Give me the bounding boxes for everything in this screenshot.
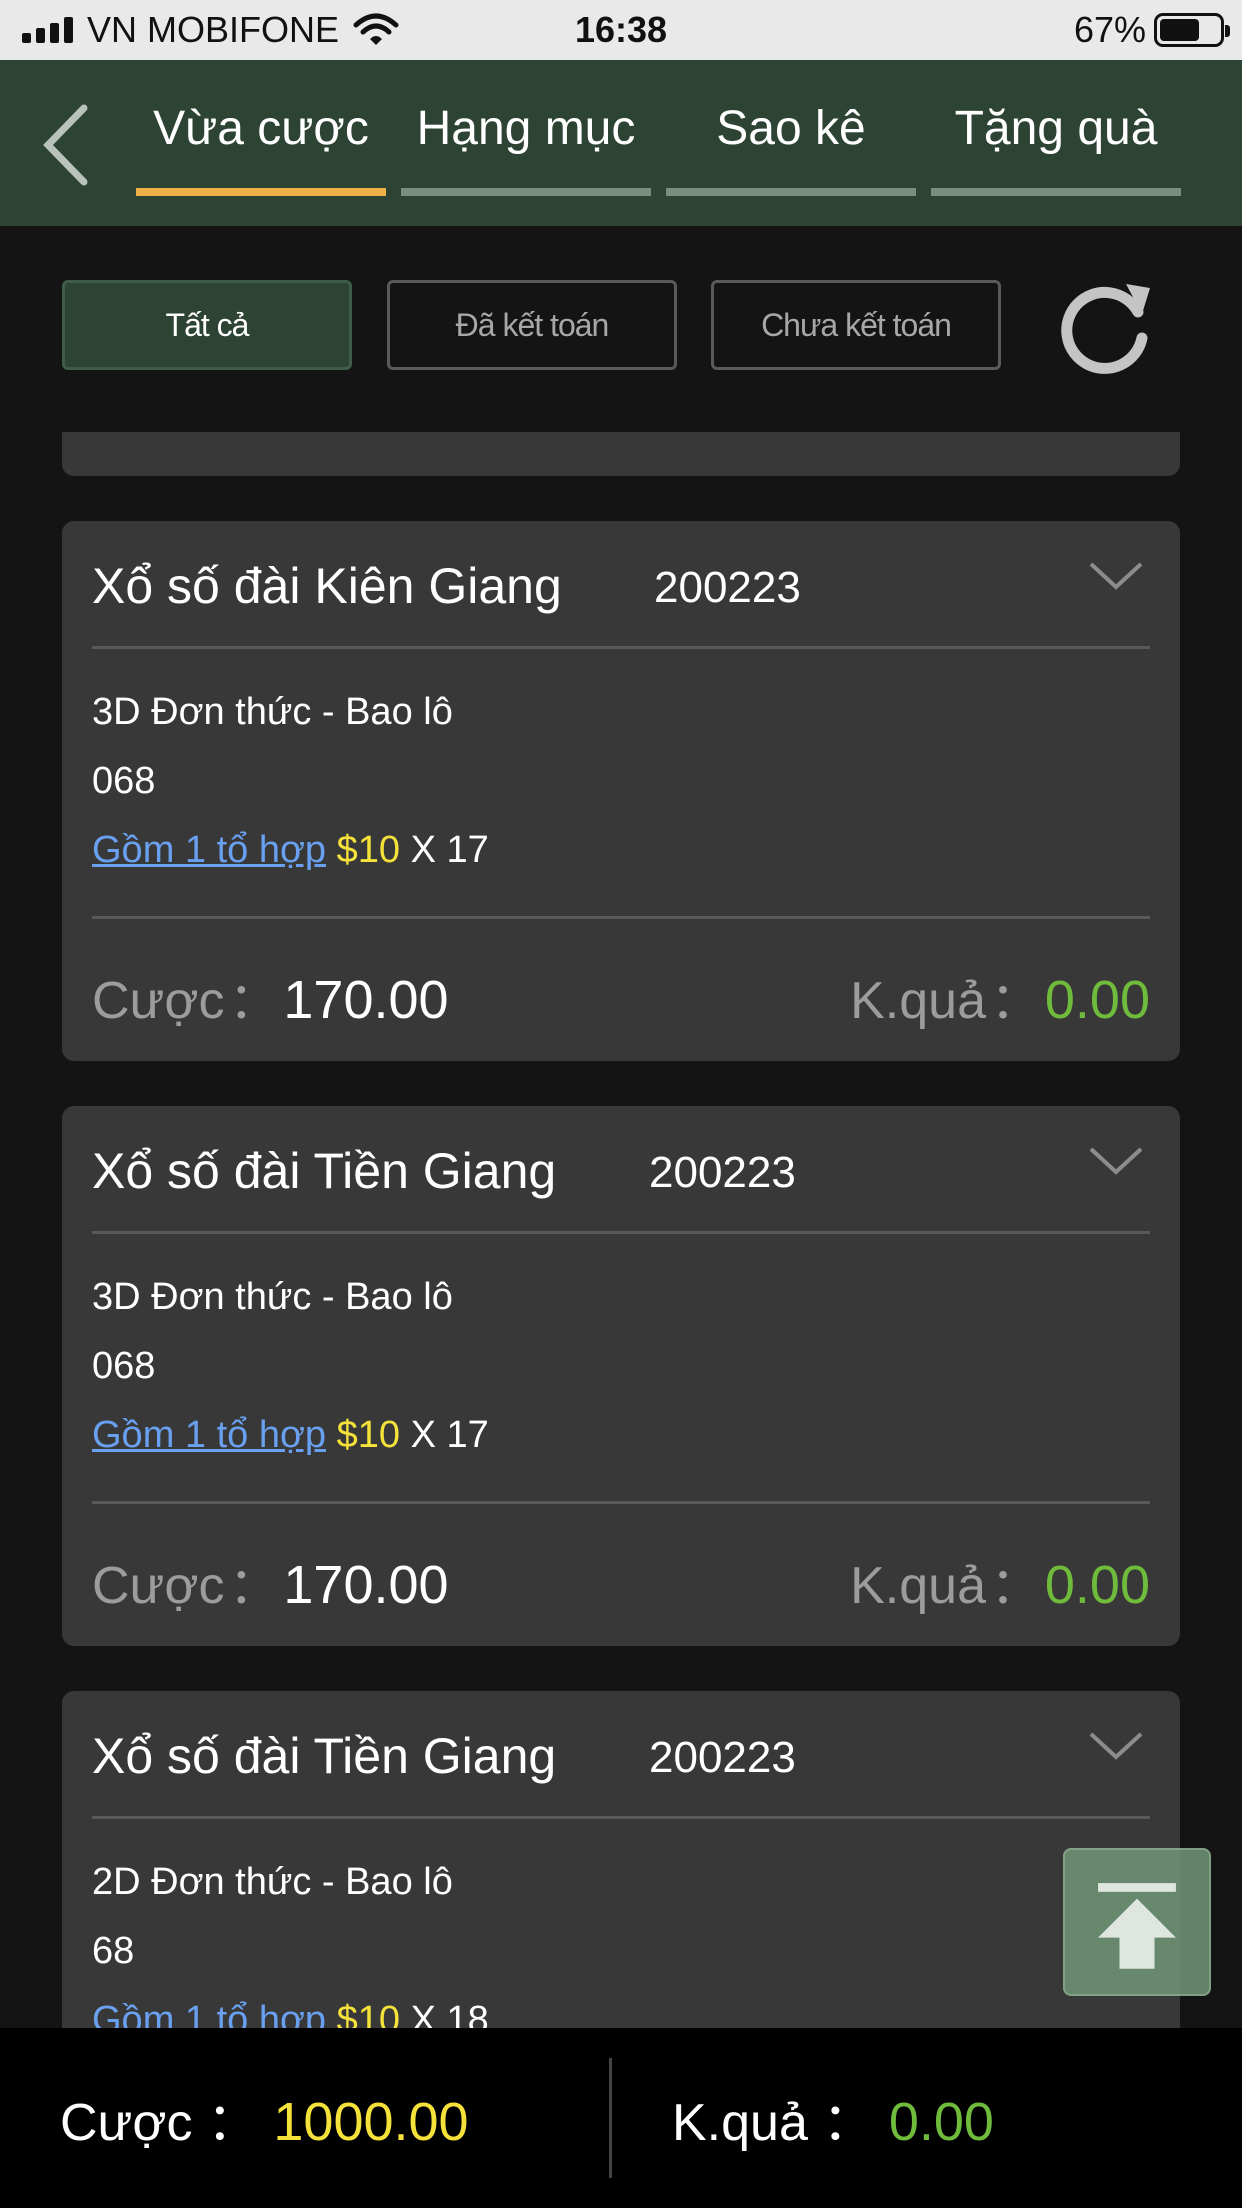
tab-tang-qua[interactable]: Tặng quà [931, 100, 1181, 196]
bet-number: 068 [92, 1345, 156, 1387]
filter-label: Chưa kết toán [761, 306, 952, 343]
multiplier: X 17 [410, 829, 489, 871]
bet-value: 170.00 [283, 970, 449, 1030]
card-divider [92, 1501, 1150, 1504]
multiplier: X 17 [410, 1414, 489, 1456]
tab-underline [666, 188, 916, 196]
chevron-down-icon[interactable] [1088, 1144, 1144, 1178]
result-value: 0.00 [1044, 1555, 1150, 1615]
refresh-icon[interactable] [1056, 278, 1156, 378]
card-result: K.quả ： 0.00 [850, 970, 1150, 1030]
combo-link[interactable]: Gồm 1 tổ hợp [92, 829, 326, 871]
bet-card[interactable]: Xổ số đài Kiên Giang 200223 3D Đơn thức … [62, 521, 1180, 1061]
filter-all-button[interactable]: Tất cả [62, 280, 352, 370]
card-period: 200223 [654, 563, 801, 612]
summary-result-value: 0.00 [888, 2092, 994, 2152]
result-label: K.quả [850, 972, 986, 1030]
card-title: Xổ số đài Tiền Giang [92, 1143, 557, 1199]
combo-link[interactable]: Gồm 1 tổ hợp [92, 1999, 326, 2028]
multiplier: X 18 [410, 1999, 489, 2028]
filter-unsettled-button[interactable]: Chưa kết toán [711, 280, 1001, 370]
tab-label: Hạng mục [416, 102, 636, 155]
tab-sao-ke[interactable]: Sao kê [666, 100, 916, 196]
filter-label: Tất cả [165, 306, 250, 343]
tab-label: Vừa cược [153, 102, 369, 155]
unit-price: $10 [336, 1999, 400, 2028]
battery-percent: 67% [1073, 9, 1146, 50]
card-header: Xổ số đài Kiên Giang 200223 [92, 521, 1150, 649]
chevron-left-icon[interactable] [36, 100, 100, 190]
card-header: Xổ số đài Tiền Giang 200223 [92, 1691, 1150, 1819]
bet-type: 3D Đơn thức - Bao lô [92, 1276, 453, 1318]
bet-label: Cược [92, 972, 225, 1030]
bet-type: 3D Đơn thức - Bao lô [92, 691, 453, 733]
card-header: Xổ số đài Tiền Giang 200223 [92, 1106, 1150, 1234]
bet-number: 068 [92, 760, 156, 802]
card-bet: Cược ： 170.00 [92, 1555, 449, 1615]
result-value: 0.00 [1044, 970, 1150, 1030]
summary-bar: Cược ： 1000.00 K.quả ： 0.00 [0, 2028, 1242, 2208]
tab-hang-muc[interactable]: Hạng mục [401, 100, 651, 196]
card-result: K.quả ： 0.00 [850, 1555, 1150, 1615]
bet-type: 2D Đơn thức - Bao lô [92, 1861, 453, 1903]
combo-line: Gồm 1 tổ hợp $10 X 17 [92, 1414, 489, 1457]
battery-group: 67% [1073, 9, 1230, 50]
scroll-top-button[interactable] [1063, 1848, 1211, 1996]
card-footer: Cược ： 170.00 K.quả ： 0.00 [92, 1546, 1150, 1616]
tab-vua-cuoc[interactable]: Vừa cược [136, 100, 386, 196]
top-nav: Vừa cược Hạng mục Sao kê Tặng quà [0, 60, 1242, 226]
combo-line: Gồm 1 tổ hợp $10 X 18 [92, 1999, 489, 2028]
arrow-up-icon [1098, 1883, 1176, 1969]
tab-underline [931, 188, 1181, 196]
combo-link[interactable]: Gồm 1 tổ hợp [92, 1414, 326, 1456]
summary-result-label: K.quả [672, 2094, 808, 2152]
bet-card[interactable]: Xổ số đài Tiền Giang 200223 2D Đơn thức … [62, 1691, 1180, 2028]
chevron-down-icon[interactable] [1088, 1729, 1144, 1763]
status-time: 16:38 [574, 9, 668, 50]
summary-bet-value: 1000.00 [273, 2092, 469, 2152]
battery-icon [1154, 13, 1230, 47]
summary-bet-label: Cược [60, 2094, 193, 2152]
card-period: 200223 [649, 1148, 796, 1197]
card-title: Xổ số đài Kiên Giang [92, 558, 562, 614]
bet-card-partial[interactable] [62, 432, 1180, 476]
summary-bet: Cược ： 1000.00 [60, 2092, 469, 2152]
bet-value: 170.00 [283, 1555, 449, 1615]
combo-line: Gồm 1 tổ hợp $10 X 17 [92, 829, 489, 872]
tab-underline [401, 188, 651, 196]
card-divider [92, 916, 1150, 919]
bet-card[interactable]: Xổ số đài Tiền Giang 200223 3D Đơn thức … [62, 1106, 1180, 1646]
chevron-down-icon[interactable] [1088, 559, 1144, 593]
tab-label: Sao kê [716, 102, 866, 155]
result-label: K.quả [850, 1557, 986, 1615]
filter-label: Đã kết toán [455, 306, 610, 343]
card-bet: Cược ： 170.00 [92, 970, 449, 1030]
unit-price: $10 [336, 1414, 400, 1456]
bet-number: 68 [92, 1930, 135, 1972]
card-footer: Cược ： 170.00 K.quả ： 0.00 [92, 961, 1150, 1031]
tab-label: Tặng quà [954, 102, 1158, 155]
filter-settled-button[interactable]: Đã kết toán [387, 280, 677, 370]
unit-price: $10 [336, 829, 400, 871]
status-bar: VN MOBIFONE 16:38 67% [0, 0, 1242, 60]
summary-divider [609, 2058, 612, 2178]
card-period: 200223 [649, 1733, 796, 1782]
summary-result: K.quả ： 0.00 [672, 2092, 994, 2152]
bet-list: Xổ số đài Kiên Giang 200223 3D Đơn thức … [0, 432, 1242, 2028]
tab-underline [136, 188, 386, 196]
card-title: Xổ số đài Tiền Giang [92, 1728, 557, 1784]
bet-label: Cược [92, 1557, 225, 1615]
